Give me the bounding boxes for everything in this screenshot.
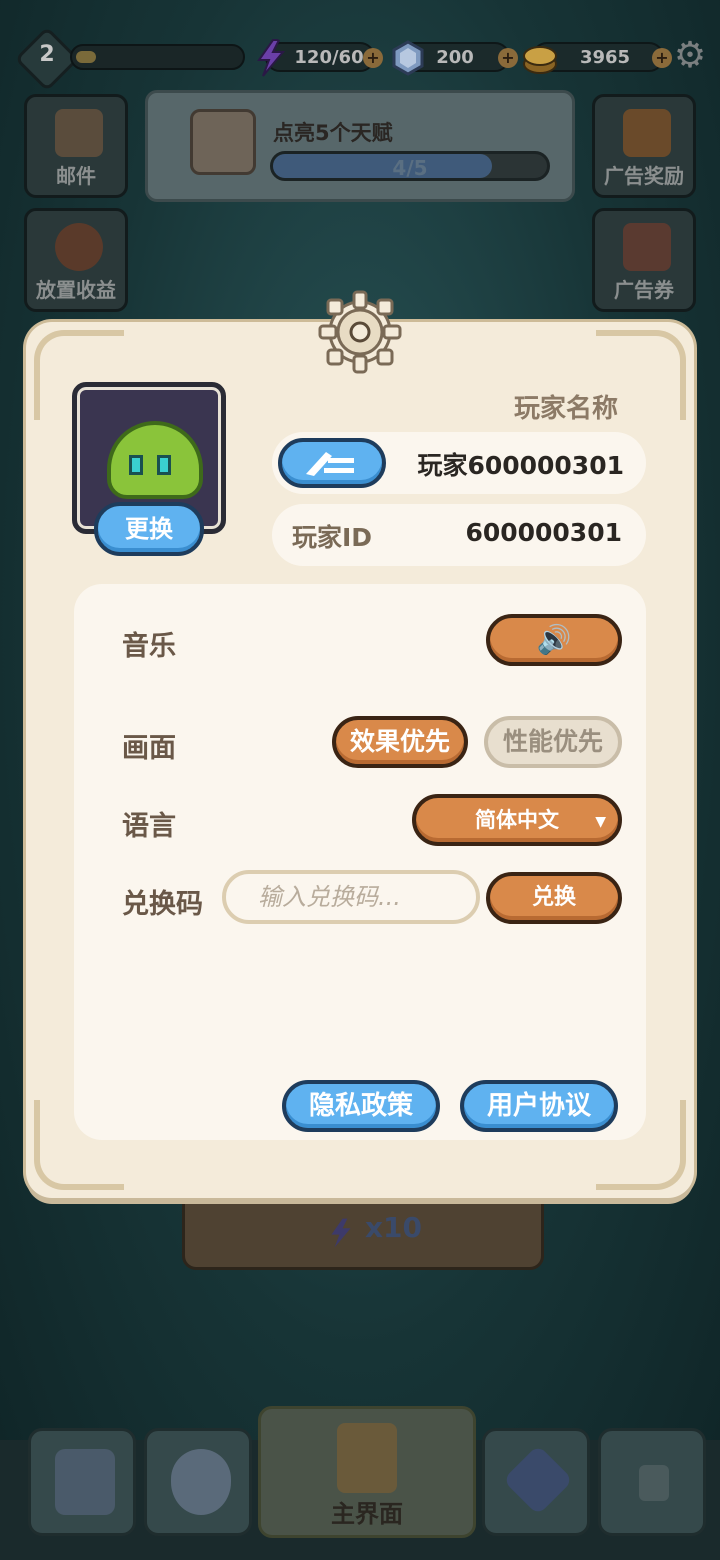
talent-icon	[502, 1444, 574, 1516]
shield-icon	[171, 1449, 231, 1515]
energy-plus-icon[interactable]: +	[363, 48, 383, 68]
armor-icon	[337, 1423, 397, 1493]
background-card-label: x10	[365, 1211, 423, 1244]
quest-progress-text: 4/5	[392, 156, 428, 180]
language-label: 语言	[122, 811, 176, 842]
nav-talent-button[interactable]	[482, 1428, 590, 1536]
ad-ticket-label: 广告券	[614, 278, 674, 302]
edit-icon	[306, 452, 354, 476]
energy-counter[interactable]: 120/60 +	[257, 39, 383, 77]
chest-icon	[55, 1449, 115, 1515]
nav-locked-button[interactable]	[598, 1428, 706, 1536]
redeem-button[interactable]: 兑换	[486, 872, 622, 924]
ad-reward-label: 广告奖励	[604, 164, 684, 188]
chevron-down-icon: ▼	[595, 814, 606, 830]
level-number: 2	[39, 42, 55, 67]
gem-counter[interactable]: 200 +	[392, 40, 518, 76]
language-value: 简体中文	[475, 808, 559, 832]
slime-avatar-icon	[107, 421, 203, 499]
top-resource-bar: 2 120/60 + 200 + 3965 + ⚙	[14, 26, 710, 92]
nav-main-label: 主界面	[331, 1500, 403, 1528]
mail-button[interactable]: 邮件	[24, 94, 128, 198]
quest-progress-bar: 4/5	[270, 151, 550, 181]
graphics-label: 画面	[122, 733, 176, 764]
background-action-card: x10	[182, 1190, 544, 1270]
slime-eye	[129, 455, 143, 475]
quest-title: 点亮5个天赋	[273, 121, 393, 145]
graphics-quality-button[interactable]: 效果优先	[332, 716, 468, 768]
change-avatar-button[interactable]: 更换	[94, 502, 204, 556]
player-id-row: 玩家ID 600000301	[272, 504, 646, 566]
video-icon	[623, 109, 671, 157]
mail-label: 邮件	[56, 164, 96, 188]
lock-icon	[639, 1465, 669, 1501]
music-label: 音乐	[122, 631, 176, 662]
nav-main-button[interactable]: 主界面	[258, 1406, 476, 1538]
speaker-icon: 🔊	[536, 623, 572, 656]
nav-chest-button[interactable]	[28, 1428, 136, 1536]
coin-plus-icon[interactable]: +	[652, 48, 672, 68]
mail-icon	[55, 109, 103, 157]
energy-value: 120/60	[294, 47, 364, 68]
gem-value: 200	[436, 47, 474, 68]
gear-icon	[318, 290, 402, 374]
redeem-code-label: 兑换码	[122, 889, 203, 920]
graphics-performance-button[interactable]: 性能优先	[484, 716, 622, 768]
settings-panel: 音乐 🔊 画面 效果优先 性能优先 语言 简体中文 ▼ 兑换码 兑换 隐私政策 …	[74, 584, 646, 1140]
user-agreement-button[interactable]: 用户协议	[460, 1080, 618, 1132]
idle-income-button[interactable]: 放置收益	[24, 208, 128, 312]
player-name-label: 玩家名称	[513, 394, 618, 424]
ticket-icon	[623, 223, 671, 271]
player-name-value: 玩家600000301	[417, 451, 624, 480]
player-id-value: 600000301	[465, 518, 622, 547]
nav-equipment-button[interactable]	[144, 1428, 252, 1536]
ad-reward-button[interactable]: 广告奖励	[592, 94, 696, 198]
slime-eye	[157, 455, 171, 475]
xp-bar	[70, 44, 245, 70]
player-name-row: 玩家600000301	[272, 432, 646, 494]
coin-counter[interactable]: 3965 +	[523, 42, 672, 74]
idle-income-label: 放置收益	[36, 278, 116, 302]
quest-panel[interactable]: 点亮5个天赋 4/5	[145, 90, 575, 202]
clock-icon	[55, 223, 103, 271]
coin-value: 3965	[579, 47, 631, 68]
xp-fill	[76, 51, 96, 63]
privacy-policy-button[interactable]: 隐私政策	[282, 1080, 440, 1132]
settings-gear-icon[interactable]: ⚙	[670, 36, 710, 76]
music-toggle-button[interactable]: 🔊	[486, 614, 622, 666]
target-icon	[190, 109, 256, 175]
lightning-icon	[331, 1218, 351, 1248]
edit-name-button[interactable]	[278, 438, 386, 488]
redeem-code-input[interactable]	[222, 870, 480, 924]
gem-plus-icon[interactable]: +	[498, 48, 518, 68]
settings-dialog: 更换 玩家名称 玩家600000301 玩家ID 600000301 音乐 🔊 …	[26, 290, 694, 1198]
player-id-label: 玩家ID	[292, 523, 373, 552]
ad-ticket-button[interactable]: 广告券	[592, 208, 696, 312]
language-select[interactable]: 简体中文 ▼	[412, 794, 622, 846]
